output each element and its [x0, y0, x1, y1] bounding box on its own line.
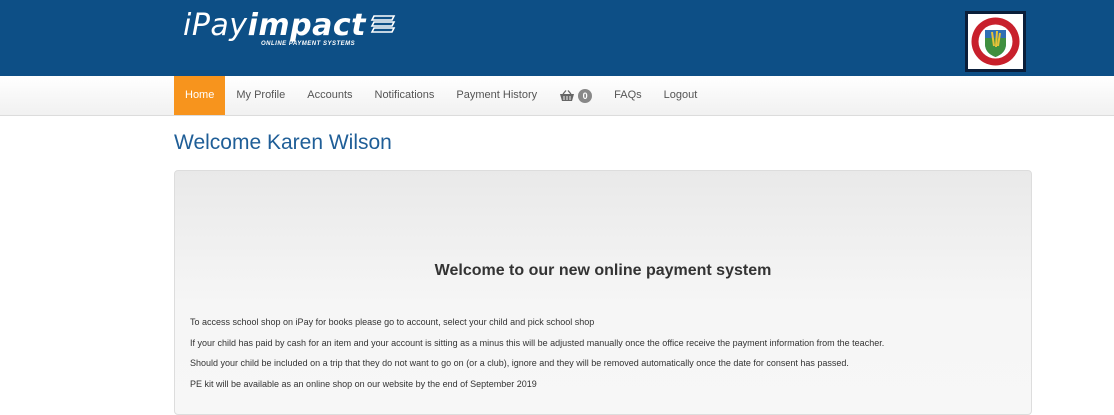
announcement-line: If your child has paid by cash for an it… — [190, 337, 885, 348]
announcement-list: To access school shop on iPay for books … — [190, 315, 884, 397]
nav-home[interactable]: Home — [174, 76, 226, 115]
logo-text-ipay: iPay — [183, 8, 248, 43]
logo-wordmark: iPayimpact — [183, 8, 396, 44]
nav-payment-history[interactable]: Payment History — [445, 76, 548, 115]
announcement-line: Should your child be included on a trip … — [190, 358, 849, 368]
nav-notifications[interactable]: Notifications — [364, 76, 446, 115]
nav-accounts[interactable]: Accounts — [296, 76, 363, 115]
announcement-panel: Welcome to our new online payment system… — [174, 170, 1032, 415]
page-title: Welcome Karen Wilson — [174, 131, 392, 154]
basket-icon — [560, 89, 575, 101]
school-crest — [965, 11, 1026, 72]
announcement-line: To access school shop on iPay for books … — [190, 317, 595, 327]
ipay-impact-logo[interactable]: iPayimpact ONLINE PAYMENT SYSTEMS — [183, 8, 396, 47]
logo-text-impact: impact — [247, 8, 366, 43]
main-navbar: Home My Profile Accounts Notifications P… — [0, 76, 1114, 116]
announcement-line: PE kit will be available as an online sh… — [190, 378, 537, 389]
nav-my-profile[interactable]: My Profile — [225, 76, 296, 115]
nav-menu: Home My Profile Accounts Notifications P… — [174, 76, 708, 115]
logo-stripes-icon — [370, 15, 396, 33]
nav-basket[interactable]: 0 — [548, 76, 603, 115]
school-crest-icon — [971, 17, 1020, 66]
basket-count-badge: 0 — [578, 88, 593, 103]
logo-tagline: ONLINE PAYMENT SYSTEMS — [261, 41, 356, 47]
site-header: iPayimpact ONLINE PAYMENT SYSTEMS — [0, 0, 1114, 76]
nav-logout[interactable]: Logout — [653, 76, 709, 115]
nav-faqs[interactable]: FAQs — [603, 76, 653, 115]
panel-heading: Welcome to our new online payment system — [434, 262, 772, 279]
